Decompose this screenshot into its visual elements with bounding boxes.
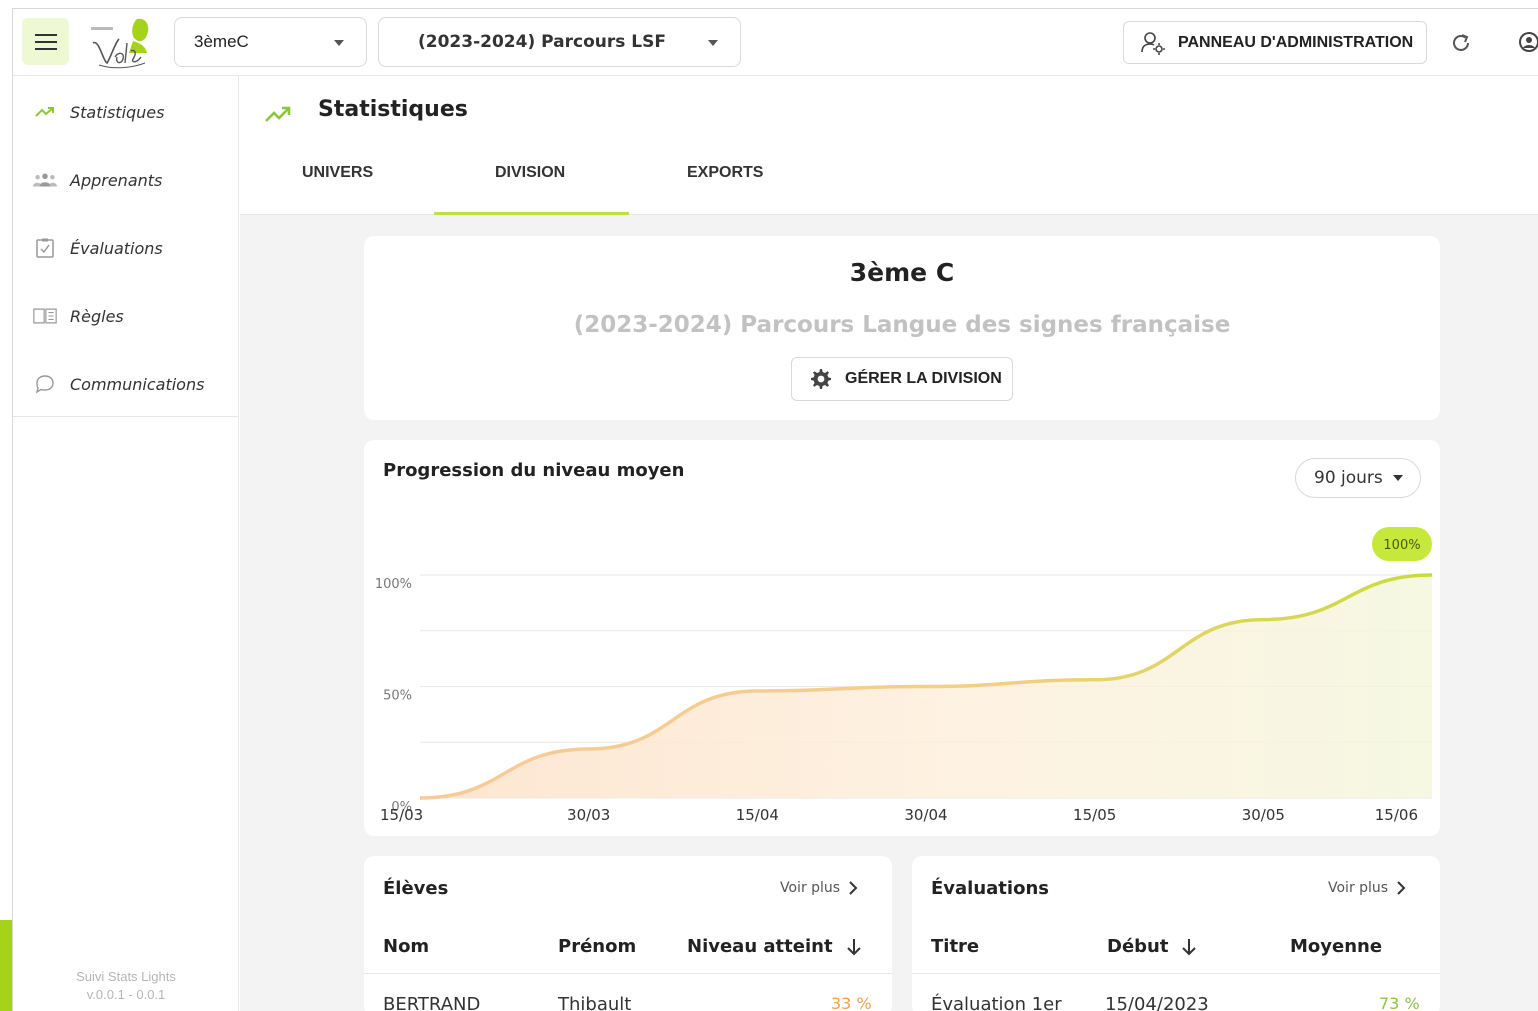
menu-button[interactable] bbox=[22, 18, 69, 65]
parcours-select[interactable]: (2023-2024) Parcours LSF bbox=[378, 17, 741, 67]
col-header-niveau[interactable]: Niveau atteint bbox=[687, 936, 863, 957]
app-window: 3èmeC (2023-2024) Parcours LSF PANNEAU D… bbox=[12, 8, 1538, 1011]
division-parcours: (2023-2024) Parcours Langue des signes f… bbox=[573, 312, 1231, 338]
sidebar: Statistiques Apprenants Évaluations Règl… bbox=[13, 76, 239, 1011]
x-tick-label: 15/03 bbox=[380, 806, 423, 824]
col-header-label: Niveau atteint bbox=[687, 936, 833, 957]
arrow-down-icon bbox=[846, 938, 861, 955]
sidebar-divider bbox=[13, 416, 239, 417]
col-header-label: Moyenne bbox=[1290, 936, 1383, 957]
evaluations-card: Évaluations Voir plus Titre Début Moyenn… bbox=[912, 856, 1440, 1011]
value-badge-label: 100% bbox=[1383, 538, 1420, 553]
version-name: Suivi Stats Lights bbox=[76, 969, 176, 984]
sidebar-item-regles[interactable]: Règles bbox=[13, 296, 239, 336]
evaluation-average: 73 % bbox=[1379, 994, 1420, 1011]
sidebar-item-label: Évaluations bbox=[70, 238, 163, 258]
main-content: Statistiques UNIVERS DIVISION EXPORTS 3è… bbox=[240, 76, 1538, 1011]
col-header-label: Nom bbox=[383, 936, 430, 957]
manage-division-label: GÉRER LA DIVISION bbox=[845, 370, 1002, 387]
col-header-debut[interactable]: Début bbox=[1107, 936, 1198, 957]
trending-up-icon bbox=[265, 106, 291, 122]
sidebar-item-label: Règles bbox=[70, 306, 124, 326]
tab-exports[interactable]: EXPORTS bbox=[687, 164, 763, 182]
class-select-value: 3èmeC bbox=[194, 32, 249, 51]
sidebar-item-label: Communications bbox=[70, 374, 205, 394]
parcours-select-value: (2023-2024) Parcours LSF bbox=[418, 32, 666, 52]
chevron-down-icon bbox=[708, 40, 718, 46]
col-header-moyenne[interactable]: Moyenne bbox=[1290, 936, 1382, 957]
see-more-label: Voir plus bbox=[1328, 880, 1389, 896]
arrow-down-icon bbox=[1182, 938, 1197, 955]
app-version: Suivi Stats Lights v.0.0.1 - 0.0.1 bbox=[13, 968, 239, 1004]
chevron-right-icon bbox=[1397, 881, 1406, 895]
evaluations-title: Évaluations bbox=[931, 878, 1049, 899]
sidebar-item-label: Statistiques bbox=[70, 102, 165, 122]
x-tick-label: 15/05 bbox=[1073, 806, 1116, 824]
col-header-titre[interactable]: Titre bbox=[931, 936, 979, 957]
active-tab-indicator bbox=[434, 212, 629, 215]
division-card: 3ème C (2023-2024) Parcours Langue des s… bbox=[364, 236, 1440, 420]
chevron-right-icon bbox=[849, 881, 858, 895]
x-tick-label: 30/03 bbox=[567, 806, 610, 824]
sidebar-item-statistiques[interactable]: Statistiques bbox=[13, 92, 239, 132]
evaluation-start: 15/04/2023 bbox=[1105, 994, 1209, 1011]
tab-division[interactable]: DIVISION bbox=[495, 164, 565, 182]
page-title: Statistiques bbox=[318, 97, 468, 122]
see-more-label: Voir plus bbox=[780, 880, 841, 896]
book-icon bbox=[33, 304, 57, 328]
student-last-name: BERTRAND bbox=[383, 994, 481, 1011]
admin-panel-button[interactable]: PANNEAU D'ADMINISTRATION bbox=[1123, 21, 1427, 64]
gear-icon bbox=[811, 369, 831, 389]
y-tick-label: 50% bbox=[383, 689, 412, 704]
x-tick-label: 30/04 bbox=[904, 806, 947, 824]
chat-icon bbox=[33, 372, 57, 396]
evaluations-see-more-link[interactable]: Voir plus bbox=[1328, 880, 1406, 896]
user-settings-icon bbox=[1141, 31, 1165, 55]
hamburger-icon bbox=[34, 33, 57, 50]
chevron-down-icon bbox=[334, 40, 344, 46]
class-select[interactable]: 3èmeC bbox=[174, 17, 367, 67]
col-header-label: Titre bbox=[931, 936, 980, 957]
voltaire-logo bbox=[91, 18, 149, 69]
refresh-icon[interactable] bbox=[1449, 31, 1473, 55]
sidebar-item-label: Apprenants bbox=[70, 170, 163, 190]
student-first-name: Thibault bbox=[558, 994, 632, 1011]
student-level: 33 % bbox=[831, 994, 872, 1011]
students-see-more-link[interactable]: Voir plus bbox=[780, 880, 858, 896]
users-icon bbox=[33, 168, 57, 192]
progression-chart: 0%50%100% 15/03 30/03 15/04 30/04 15/05 30/05… bbox=[375, 527, 1433, 824]
table-divider bbox=[912, 973, 1440, 974]
table-divider bbox=[364, 973, 892, 974]
col-header-label: Prénom bbox=[558, 936, 637, 957]
sidebar-item-apprenants[interactable]: Apprenants bbox=[13, 160, 239, 200]
x-tick-label: 30/05 bbox=[1242, 806, 1285, 824]
sidebar-item-communications[interactable]: Communications bbox=[13, 364, 239, 404]
evaluation-title: Évaluation 1er bbox=[931, 994, 1062, 1011]
tab-univers[interactable]: UNIVERS bbox=[302, 164, 373, 182]
trending-up-icon bbox=[33, 100, 57, 124]
page-header: Statistiques UNIVERS DIVISION EXPORTS bbox=[240, 76, 1538, 215]
y-tick-label: 100% bbox=[375, 577, 412, 592]
clipboard-check-icon bbox=[33, 236, 57, 260]
left-edge-accent bbox=[0, 920, 12, 1011]
col-header-label: Début bbox=[1107, 936, 1169, 957]
admin-panel-label: PANNEAU D'ADMINISTRATION bbox=[1178, 33, 1414, 51]
students-card: Élèves Voir plus Nom Prénom Niveau attei… bbox=[364, 856, 892, 1011]
students-title: Élèves bbox=[383, 878, 449, 899]
x-tick-label: 15/06 bbox=[1375, 806, 1418, 824]
account-icon[interactable] bbox=[1518, 31, 1538, 53]
version-number: v.0.0.1 - 0.0.1 bbox=[86, 987, 166, 1002]
col-header-prenom[interactable]: Prénom bbox=[558, 936, 636, 957]
sidebar-item-evaluations[interactable]: Évaluations bbox=[13, 228, 239, 268]
manage-division-button[interactable]: GÉRER LA DIVISION bbox=[791, 357, 1013, 401]
col-header-nom[interactable]: Nom bbox=[383, 936, 429, 957]
top-bar: 3èmeC (2023-2024) Parcours LSF PANNEAU D… bbox=[13, 9, 1538, 76]
x-tick-label: 15/04 bbox=[736, 806, 779, 824]
division-name: 3ème C bbox=[849, 258, 955, 287]
progression-chart-card: Progression du niveau moyen 90 jours 0% … bbox=[364, 440, 1440, 836]
